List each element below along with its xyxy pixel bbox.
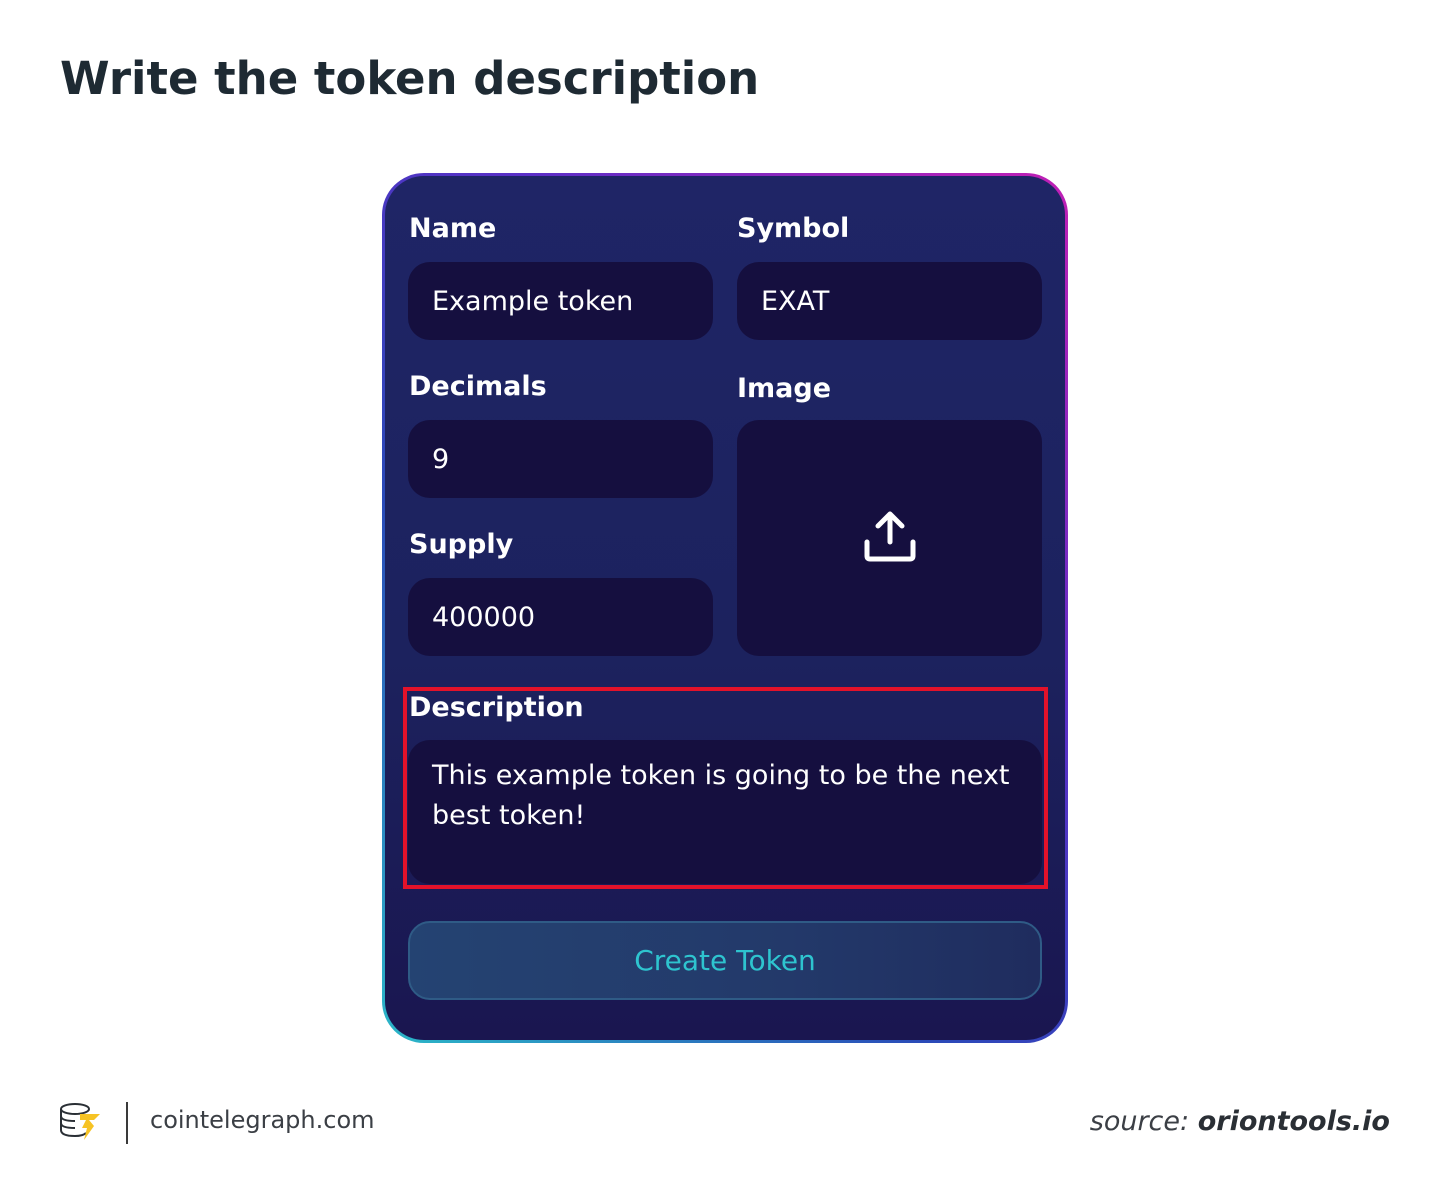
- supply-input[interactable]: 400000: [408, 578, 713, 656]
- create-token-button[interactable]: Create Token: [408, 921, 1042, 1000]
- symbol-label: Symbol: [737, 213, 850, 244]
- name-input[interactable]: Example token: [408, 262, 713, 340]
- footer-divider: [126, 1102, 128, 1144]
- decimals-input[interactable]: 9: [408, 420, 713, 498]
- supply-label: Supply: [409, 529, 514, 560]
- description-textarea[interactable]: This example token is going to be the ne…: [408, 740, 1042, 884]
- image-label: Image: [737, 373, 832, 404]
- source-name: oriontools.io: [1197, 1106, 1390, 1137]
- name-label: Name: [409, 213, 497, 244]
- source-prefix: source:: [1089, 1106, 1190, 1137]
- description-label: Description: [409, 692, 584, 723]
- page-title: Write the token description: [60, 52, 760, 105]
- upload-icon: [862, 508, 918, 569]
- image-upload-dropzone[interactable]: [737, 420, 1042, 656]
- footer-site-name: cointelegraph.com: [150, 1106, 375, 1134]
- cointelegraph-logo-icon: [58, 1100, 104, 1149]
- symbol-input[interactable]: EXAT: [737, 262, 1042, 340]
- footer-source: source: oriontools.io: [1090, 1106, 1390, 1137]
- decimals-label: Decimals: [409, 371, 547, 402]
